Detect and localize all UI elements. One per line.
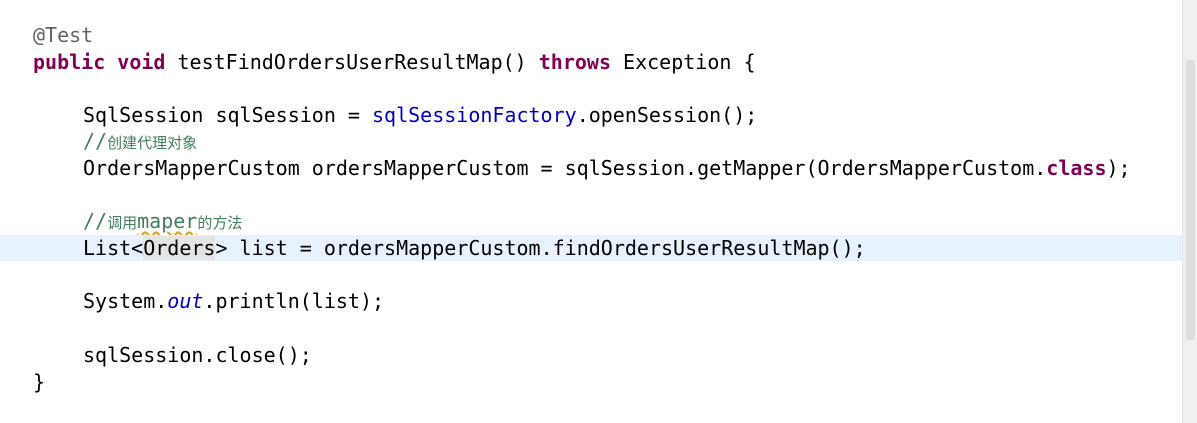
code-line-open-session: SqlSession sqlSession = sqlSessionFactor…: [0, 102, 1197, 128]
closing-brace: }: [33, 370, 46, 394]
comment-slashes: //: [83, 209, 108, 233]
annotation-test: @Test: [33, 23, 94, 47]
list-prefix: List<: [83, 236, 144, 260]
get-mapper-suffix: );: [1106, 156, 1131, 180]
static-field-out: out: [167, 289, 204, 313]
code-line-annotation: @Test: [0, 22, 1197, 48]
method-name: testFindOrdersUserResultMap(): [165, 50, 539, 74]
keyword-public: public: [33, 50, 106, 74]
println-suffix: .println(list);: [203, 289, 385, 313]
comment-text-c: 的方法: [197, 214, 243, 232]
code-line-closing-brace: }: [0, 369, 1197, 395]
get-mapper-prefix: OrdersMapperCustom ordersMapperCustom = …: [83, 156, 1047, 180]
code-line-println: System.out.println(list);: [0, 288, 1197, 314]
type-orders-highlight[interactable]: Orders: [143, 236, 216, 260]
comment-text-a: 调用: [107, 214, 138, 232]
code-line-close-session: sqlSession.close();: [0, 342, 1197, 368]
code-line-comment-call-mapper: //调用maper的方法: [0, 208, 1197, 234]
open-session-suffix: .openSession();: [576, 103, 758, 127]
keyword-class: class: [1046, 156, 1107, 180]
code-line-find-orders[interactable]: List<Orders> list = ordersMapperCustom.f…: [0, 235, 1197, 261]
keyword-void: void: [117, 50, 166, 74]
code-line-get-mapper: OrdersMapperCustom ordersMapperCustom = …: [0, 155, 1197, 181]
close-session-code: sqlSession.close();: [83, 343, 312, 367]
keyword-throws: throws: [538, 50, 611, 74]
field-sql-session-factory: sqlSessionFactory: [371, 103, 577, 127]
list-suffix: > list = ordersMapperCustom.findOrdersUs…: [215, 236, 866, 260]
open-session-prefix: SqlSession sqlSession =: [83, 103, 372, 127]
println-prefix: System.: [83, 289, 168, 313]
exception-clause: Exception {: [611, 50, 756, 74]
comment-slashes: //: [83, 129, 108, 153]
comment-text: 创建代理对象: [107, 134, 198, 152]
comment-text-maper: maper: [137, 209, 198, 233]
code-editor[interactable]: @Test public void testFindOrdersUserResu…: [0, 0, 1197, 423]
vertical-scrollbar[interactable]: [1182, 0, 1197, 423]
scrollbar-thumb[interactable]: [1186, 60, 1195, 340]
code-line-method-signature: public void testFindOrdersUserResultMap(…: [0, 49, 1197, 75]
code-line-comment-create-proxy: //创建代理对象: [0, 128, 1197, 154]
